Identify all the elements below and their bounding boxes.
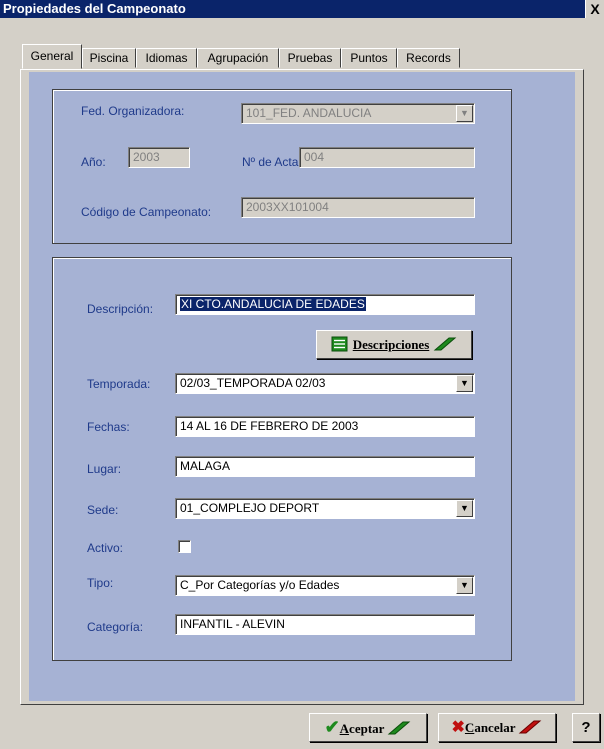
temporada-value: 02/03_TEMPORADA 02/03 (180, 376, 326, 390)
tab-piscina[interactable]: Piscina (82, 48, 136, 68)
descripcion-field[interactable]: XI CTO.ANDALUCIA DE EDADES (175, 294, 475, 315)
tab-puntos[interactable]: Puntos (341, 48, 397, 68)
sede-select[interactable]: 01_COMPLEJO DEPORT ▼ (175, 498, 475, 519)
fechas-label: Fechas: (87, 420, 130, 434)
descripciones-label: Descripciones (352, 337, 430, 352)
lugar-label: Lugar: (87, 462, 122, 476)
activo-label: Activo: (87, 541, 124, 555)
codigo-campeonato-field[interactable]: 2003XX101004 (241, 197, 475, 218)
title-bar: Propiedades del Campeonato X (0, 0, 604, 18)
acta-label: Nº de Acta: (242, 155, 302, 169)
codigo-campeonato-label: Código de Campeonato: (81, 205, 212, 219)
fechas-field[interactable]: 14 AL 16 DE FEBRERO DE 2003 (175, 416, 475, 437)
lugar-field[interactable]: MALAGA (175, 456, 475, 477)
descripciones-button[interactable]: Descripciones (316, 330, 472, 359)
cancelar-button[interactable]: ✖Cancelar (438, 713, 556, 742)
anio-label: Año: (81, 155, 106, 169)
window-title: Propiedades del Campeonato (3, 1, 186, 16)
help-button[interactable]: ? (572, 713, 600, 742)
green-arrow-icon (388, 721, 411, 735)
fed-organizadora-select[interactable]: 101_FED. ANDALUCIA ▼ (241, 103, 475, 124)
tipo-select[interactable]: C_Por Categorías y/o Edades ▼ (175, 575, 475, 596)
tab-general[interactable]: General (22, 44, 82, 69)
descripcion-value: XI CTO.ANDALUCIA DE EDADES (180, 297, 366, 311)
chevron-down-icon[interactable]: ▼ (456, 375, 473, 392)
fed-organizadora-value: 101_FED. ANDALUCIA (246, 106, 372, 120)
tipo-value: C_Por Categorías y/o Edades (180, 578, 340, 592)
checkmark-icon: ✔ (324, 717, 340, 737)
tab-records[interactable]: Records (397, 48, 460, 68)
tab-idiomas[interactable]: Idiomas (136, 48, 197, 68)
close-button[interactable]: X (585, 0, 604, 18)
tab-agrupacion[interactable]: Agrupación (197, 48, 279, 68)
tab-pruebas[interactable]: Pruebas (279, 48, 341, 68)
cancelar-mnemonic: C (464, 720, 475, 735)
categoria-field[interactable]: INFANTIL - ALEVIN (175, 614, 475, 635)
chevron-down-icon[interactable]: ▼ (456, 500, 473, 517)
temporada-select[interactable]: 02/03_TEMPORADA 02/03 ▼ (175, 373, 475, 394)
descripcion-label: Descripción: (87, 302, 154, 316)
categoria-label: Categoría: (87, 620, 144, 634)
chevron-down-icon[interactable]: ▼ (456, 577, 473, 594)
list-icon (331, 336, 348, 352)
chevron-down-icon[interactable]: ▼ (456, 105, 473, 122)
green-arrow-icon (433, 337, 456, 351)
tipo-label: Tipo: (87, 576, 114, 590)
cancelar-label: ancelar (474, 720, 516, 735)
activo-checkbox[interactable] (178, 540, 191, 553)
temporada-label: Temporada: (87, 377, 151, 391)
aceptar-button[interactable]: ✔Aceptar (309, 713, 427, 742)
acta-field[interactable]: 004 (299, 147, 475, 168)
aceptar-label: ceptar (349, 721, 385, 736)
anio-field[interactable]: 2003 (128, 147, 190, 168)
sede-label: Sede: (87, 503, 119, 517)
fed-organizadora-label: Fed. Organizadora: (81, 104, 185, 118)
sede-value: 01_COMPLEJO DEPORT (180, 501, 320, 515)
red-arrow-icon (519, 720, 542, 734)
x-icon: ✖ (451, 719, 465, 736)
aceptar-mnemonic: A (339, 721, 350, 736)
